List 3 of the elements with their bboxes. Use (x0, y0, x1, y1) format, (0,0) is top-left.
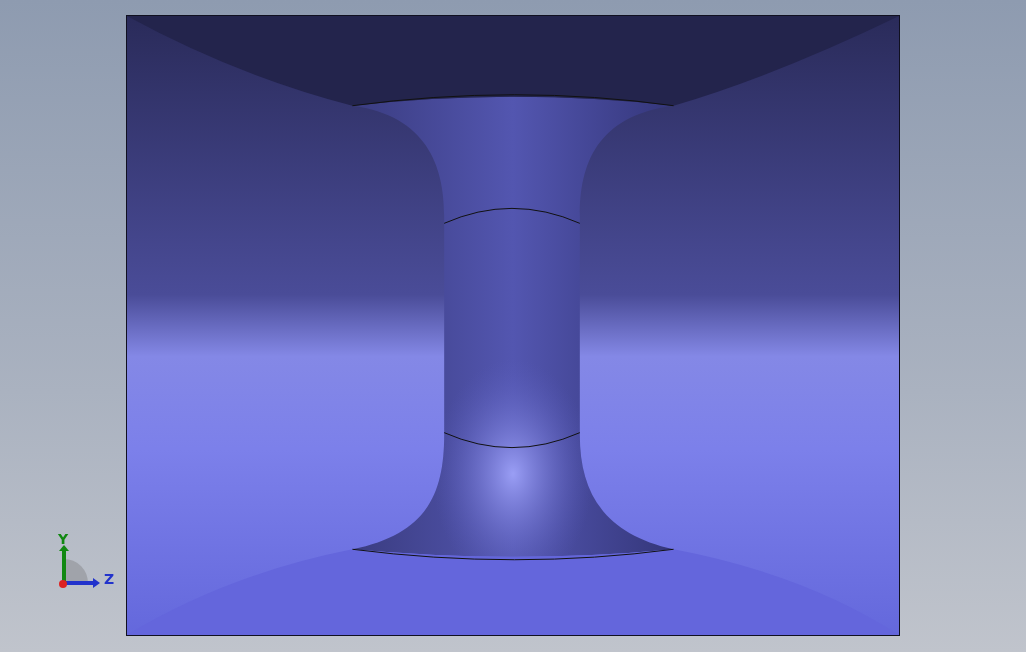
axis-label: Y (58, 532, 69, 546)
axis-label: Z (104, 572, 115, 586)
axis-triad-drawing (56, 545, 102, 589)
